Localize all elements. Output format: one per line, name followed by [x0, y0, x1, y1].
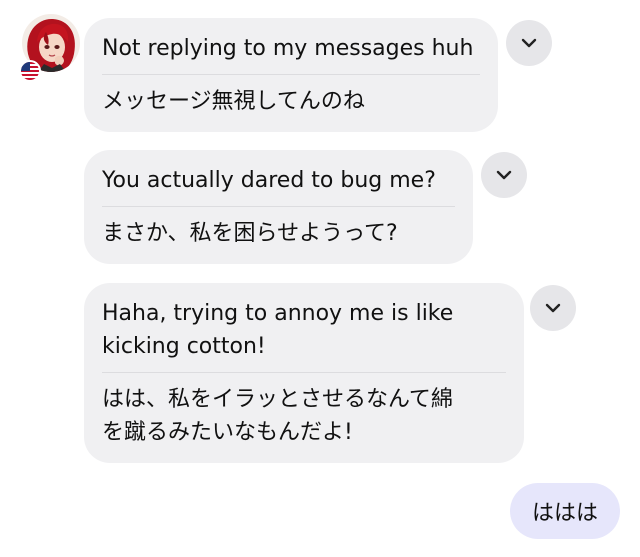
- message-original-text: Not replying to my messages huh: [102, 36, 474, 61]
- outgoing-message[interactable]: ははは: [510, 483, 620, 539]
- chevron-down-icon: [496, 170, 512, 180]
- message-translation-text: まさか、私を困らせようって?: [102, 221, 398, 246]
- message-original-text: You actually dared to bug me?: [102, 168, 436, 193]
- incoming-message-1[interactable]: Not replying to my messages huh メッセージ無視し…: [84, 18, 498, 132]
- chevron-down-icon: [545, 303, 561, 313]
- us-flag-icon: [19, 60, 41, 82]
- message-3-options-button[interactable]: [530, 285, 576, 331]
- incoming-message-2[interactable]: You actually dared to bug me? まさか、私を困らせよ…: [84, 150, 473, 264]
- incoming-message-3[interactable]: Haha, trying to annoy me is like kicking…: [84, 283, 524, 463]
- chevron-down-icon: [521, 38, 537, 48]
- message-divider: [102, 206, 455, 207]
- outgoing-message-text: ははは: [531, 501, 598, 526]
- message-2-options-button[interactable]: [481, 152, 527, 198]
- message-translation-text: メッセージ無視してんのね: [102, 89, 365, 114]
- avatar[interactable]: [19, 14, 80, 82]
- message-original-text: Haha, trying to annoy me is like kicking…: [102, 301, 454, 359]
- message-translation-text: はは、私をイラッとさせるなんて綿 を蹴るみたいなもんだよ!: [102, 387, 453, 445]
- message-divider: [102, 372, 506, 373]
- message-1-options-button[interactable]: [506, 20, 552, 66]
- message-divider: [102, 74, 480, 75]
